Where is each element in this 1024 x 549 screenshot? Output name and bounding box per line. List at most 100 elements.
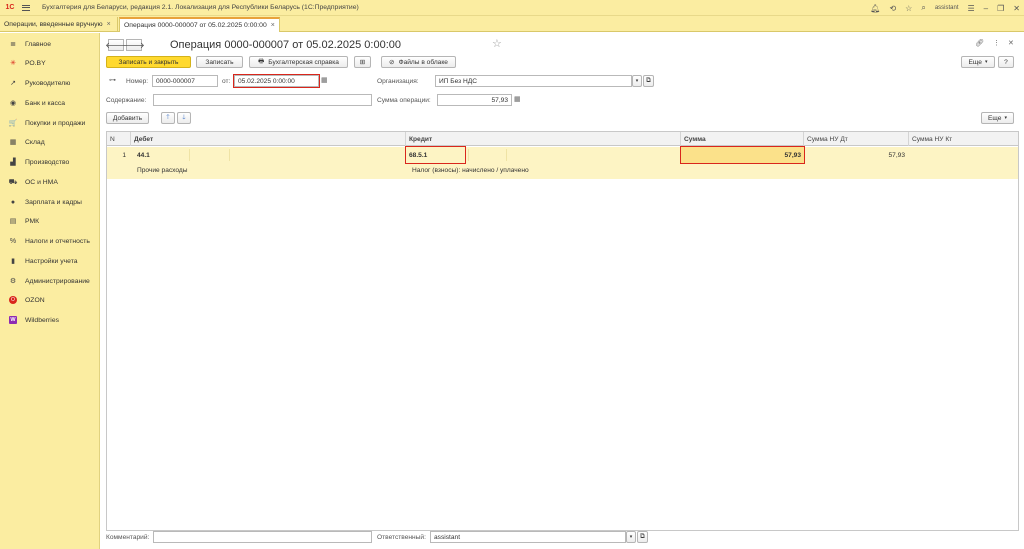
maximize-icon[interactable]: ❐ — [997, 4, 1004, 13]
minimize-icon[interactable]: – — [984, 4, 988, 13]
sidebar-item-wildberries[interactable]: W Wildberries — [0, 311, 100, 329]
responsible-dropdown-button[interactable]: ▾ — [626, 531, 636, 543]
debit-account-cell[interactable]: 44.1 — [134, 149, 187, 161]
organization-field[interactable]: ИП Без НДС — [435, 75, 632, 87]
column-header-sum[interactable]: Сумма — [681, 132, 804, 146]
operation-sum-field[interactable]: 57,93 — [437, 94, 512, 106]
number-field[interactable]: 0000-000007 — [152, 75, 218, 87]
tab-manual-operations[interactable]: Операции, введенные вручную × — [0, 17, 118, 32]
content-field[interactable] — [153, 94, 372, 106]
column-header-sum-nu-kt[interactable]: Сумма НУ Кт — [909, 132, 1018, 146]
more-vertical-icon[interactable]: ⋮ — [993, 39, 1000, 47]
sidebar-item-label: Настройки учета — [25, 257, 78, 265]
date-field[interactable]: 05.02.2025 0:00:00 — [233, 74, 320, 88]
column-header-credit[interactable]: Кредит — [406, 132, 681, 146]
asterisk-icon: ✳ — [10, 60, 16, 67]
percent-icon: % — [9, 237, 17, 245]
sidebar-item-taxes[interactable]: % Налоги и отчетность — [0, 232, 100, 250]
sidebar-item-fixed-assets[interactable]: ⛟ ОС и НМА — [0, 173, 100, 191]
organization-open-button[interactable]: ⧉ — [643, 75, 654, 87]
operation-sum-label: Сумма операции: — [377, 96, 431, 104]
table-more-button[interactable]: Еще ▾ — [981, 112, 1014, 124]
add-row-button[interactable]: Добавить — [106, 112, 149, 124]
debit-subconto-2-cell[interactable] — [229, 149, 406, 161]
menu-icon[interactable] — [22, 4, 36, 11]
debit-subconto-text[interactable]: Прочие расходы — [134, 164, 404, 176]
register-icon: ▤ — [9, 218, 17, 225]
sum-nu-dt-cell[interactable]: 57,93 — [804, 149, 908, 161]
close-form-icon[interactable]: ✕ — [1008, 39, 1014, 47]
sidebar-item-ozon[interactable]: O OZON — [0, 291, 100, 309]
sum-cell[interactable]: 57,93 — [680, 146, 805, 164]
chevron-down-icon: ▾ — [629, 534, 633, 540]
cart-icon: 🛒 — [8, 120, 18, 127]
debit-subconto-1-cell[interactable] — [189, 149, 229, 161]
search-icon[interactable]: ⌕ — [921, 3, 925, 13]
calendar-icon[interactable]: ▦ — [321, 76, 328, 84]
sidebar-item-rmk[interactable]: ▤ РМК — [0, 212, 100, 230]
sidebar-item-production[interactable]: ▟ Производство — [0, 153, 100, 171]
move-up-button[interactable]: 🡑 — [161, 112, 175, 124]
credit-subconto-2-cell[interactable] — [506, 149, 681, 161]
structure-icon: ⊞ — [359, 59, 366, 66]
sidebar-item-label: Зарплата и кадры — [25, 198, 82, 206]
sidebar-item-main[interactable]: ≣ Главное — [0, 35, 100, 53]
credit-account-cell[interactable]: 68.5.1 — [405, 146, 466, 164]
sidebar-item-administration[interactable]: ⚙ Администрирование — [0, 272, 100, 290]
history-icon[interactable]: ⟲ — [889, 4, 896, 13]
sidebar-item-label: Администрирование — [25, 277, 90, 285]
help-button[interactable]: ? — [998, 56, 1014, 68]
sidebar-item-ro-by[interactable]: ✳ РО.BY — [0, 54, 100, 72]
back-button[interactable]: 🡐 — [105, 39, 127, 51]
star-icon[interactable]: ☆ — [905, 4, 912, 13]
cloud-files-button[interactable]: ⊘ Файлы в облаке — [381, 56, 456, 68]
close-icon[interactable]: ✕ — [1013, 4, 1020, 13]
close-tab-icon[interactable]: × — [271, 22, 275, 29]
sidebar-item-manager[interactable]: ↗ Руководителю — [0, 74, 100, 92]
calculator-icon[interactable]: ▦ — [514, 95, 521, 103]
tab-operation[interactable]: Операция 0000-000007 от 05.02.2025 0:00:… — [119, 17, 280, 32]
column-header-sum-nu-dt[interactable]: Сумма НУ Дт — [804, 132, 909, 146]
accounting-report-button[interactable]: 🖶 Бухгалтерская справка — [249, 56, 348, 68]
document-form: 🡐 🡒 Операция 0000-000007 от 05.02.2025 0… — [101, 33, 1024, 549]
sidebar-item-bank[interactable]: ◉ Банк и касса — [0, 94, 100, 112]
settings-menu-icon[interactable]: ☰ — [968, 4, 975, 13]
responsible-open-button[interactable]: ⧉ — [637, 531, 648, 543]
move-down-button[interactable]: 🡓 — [177, 112, 191, 124]
table-row[interactable]: 1 44.1 Прочие расходы 68.5.1 Налог (взно… — [107, 146, 1018, 179]
credit-subconto-text[interactable]: Налог (взносы): начислено / уплачено — [409, 164, 679, 176]
sidebar-item-purchases-sales[interactable]: 🛒 Покупки и продажи — [0, 114, 100, 132]
sidebar-item-salary[interactable]: ● Зарплата и кадры — [0, 193, 100, 211]
sidebar-item-label: Производство — [25, 158, 70, 166]
save-button[interactable]: Записать — [196, 56, 243, 68]
book-icon: ▮ — [11, 258, 15, 265]
column-header-debit[interactable]: Дебет — [131, 132, 406, 146]
forward-button[interactable]: 🡒 — [123, 39, 145, 51]
more-label: Еще — [988, 114, 1002, 122]
app-title: Бухгалтерия для Беларуси, редакция 2.1. … — [42, 4, 359, 11]
column-header-n[interactable]: N — [107, 132, 131, 146]
credit-subconto-1-cell[interactable] — [468, 149, 506, 161]
open-link-icon: ⧉ — [646, 77, 651, 84]
structure-button[interactable]: ⊞ — [354, 56, 371, 68]
more-button[interactable]: Еще ▾ — [961, 56, 995, 68]
factory-icon: ▟ — [10, 159, 16, 166]
bell-icon[interactable]: 🔔︎ — [870, 4, 880, 13]
sum-nu-kt-cell[interactable] — [909, 149, 1017, 161]
close-tab-icon[interactable]: × — [107, 21, 111, 28]
save-and-close-button[interactable]: Записать и закрыть — [106, 56, 191, 68]
responsible-field[interactable]: assistant — [430, 531, 626, 543]
organization-dropdown-button[interactable]: ▾ — [632, 75, 642, 87]
link-icon[interactable]: 🔗︎ — [975, 39, 984, 47]
user-name[interactable]: assistant — [935, 5, 959, 11]
sidebar-item-label: Налоги и отчетность — [25, 237, 90, 245]
favorite-star-icon[interactable]: ☆ — [492, 37, 502, 50]
hierarchy-icon: ⊶ — [109, 77, 116, 84]
sidebar-item-warehouse[interactable]: ▦ Склад — [0, 133, 100, 151]
person-icon: ● — [10, 198, 16, 206]
sidebar-item-label: Руководителю — [25, 79, 71, 87]
sidebar-item-label: Склад — [25, 138, 45, 146]
comment-field[interactable] — [153, 531, 372, 543]
sidebar-item-accounting-settings[interactable]: ▮ Настройки учета — [0, 252, 100, 270]
sidebar-item-label: Покупки и продажи — [25, 119, 86, 127]
